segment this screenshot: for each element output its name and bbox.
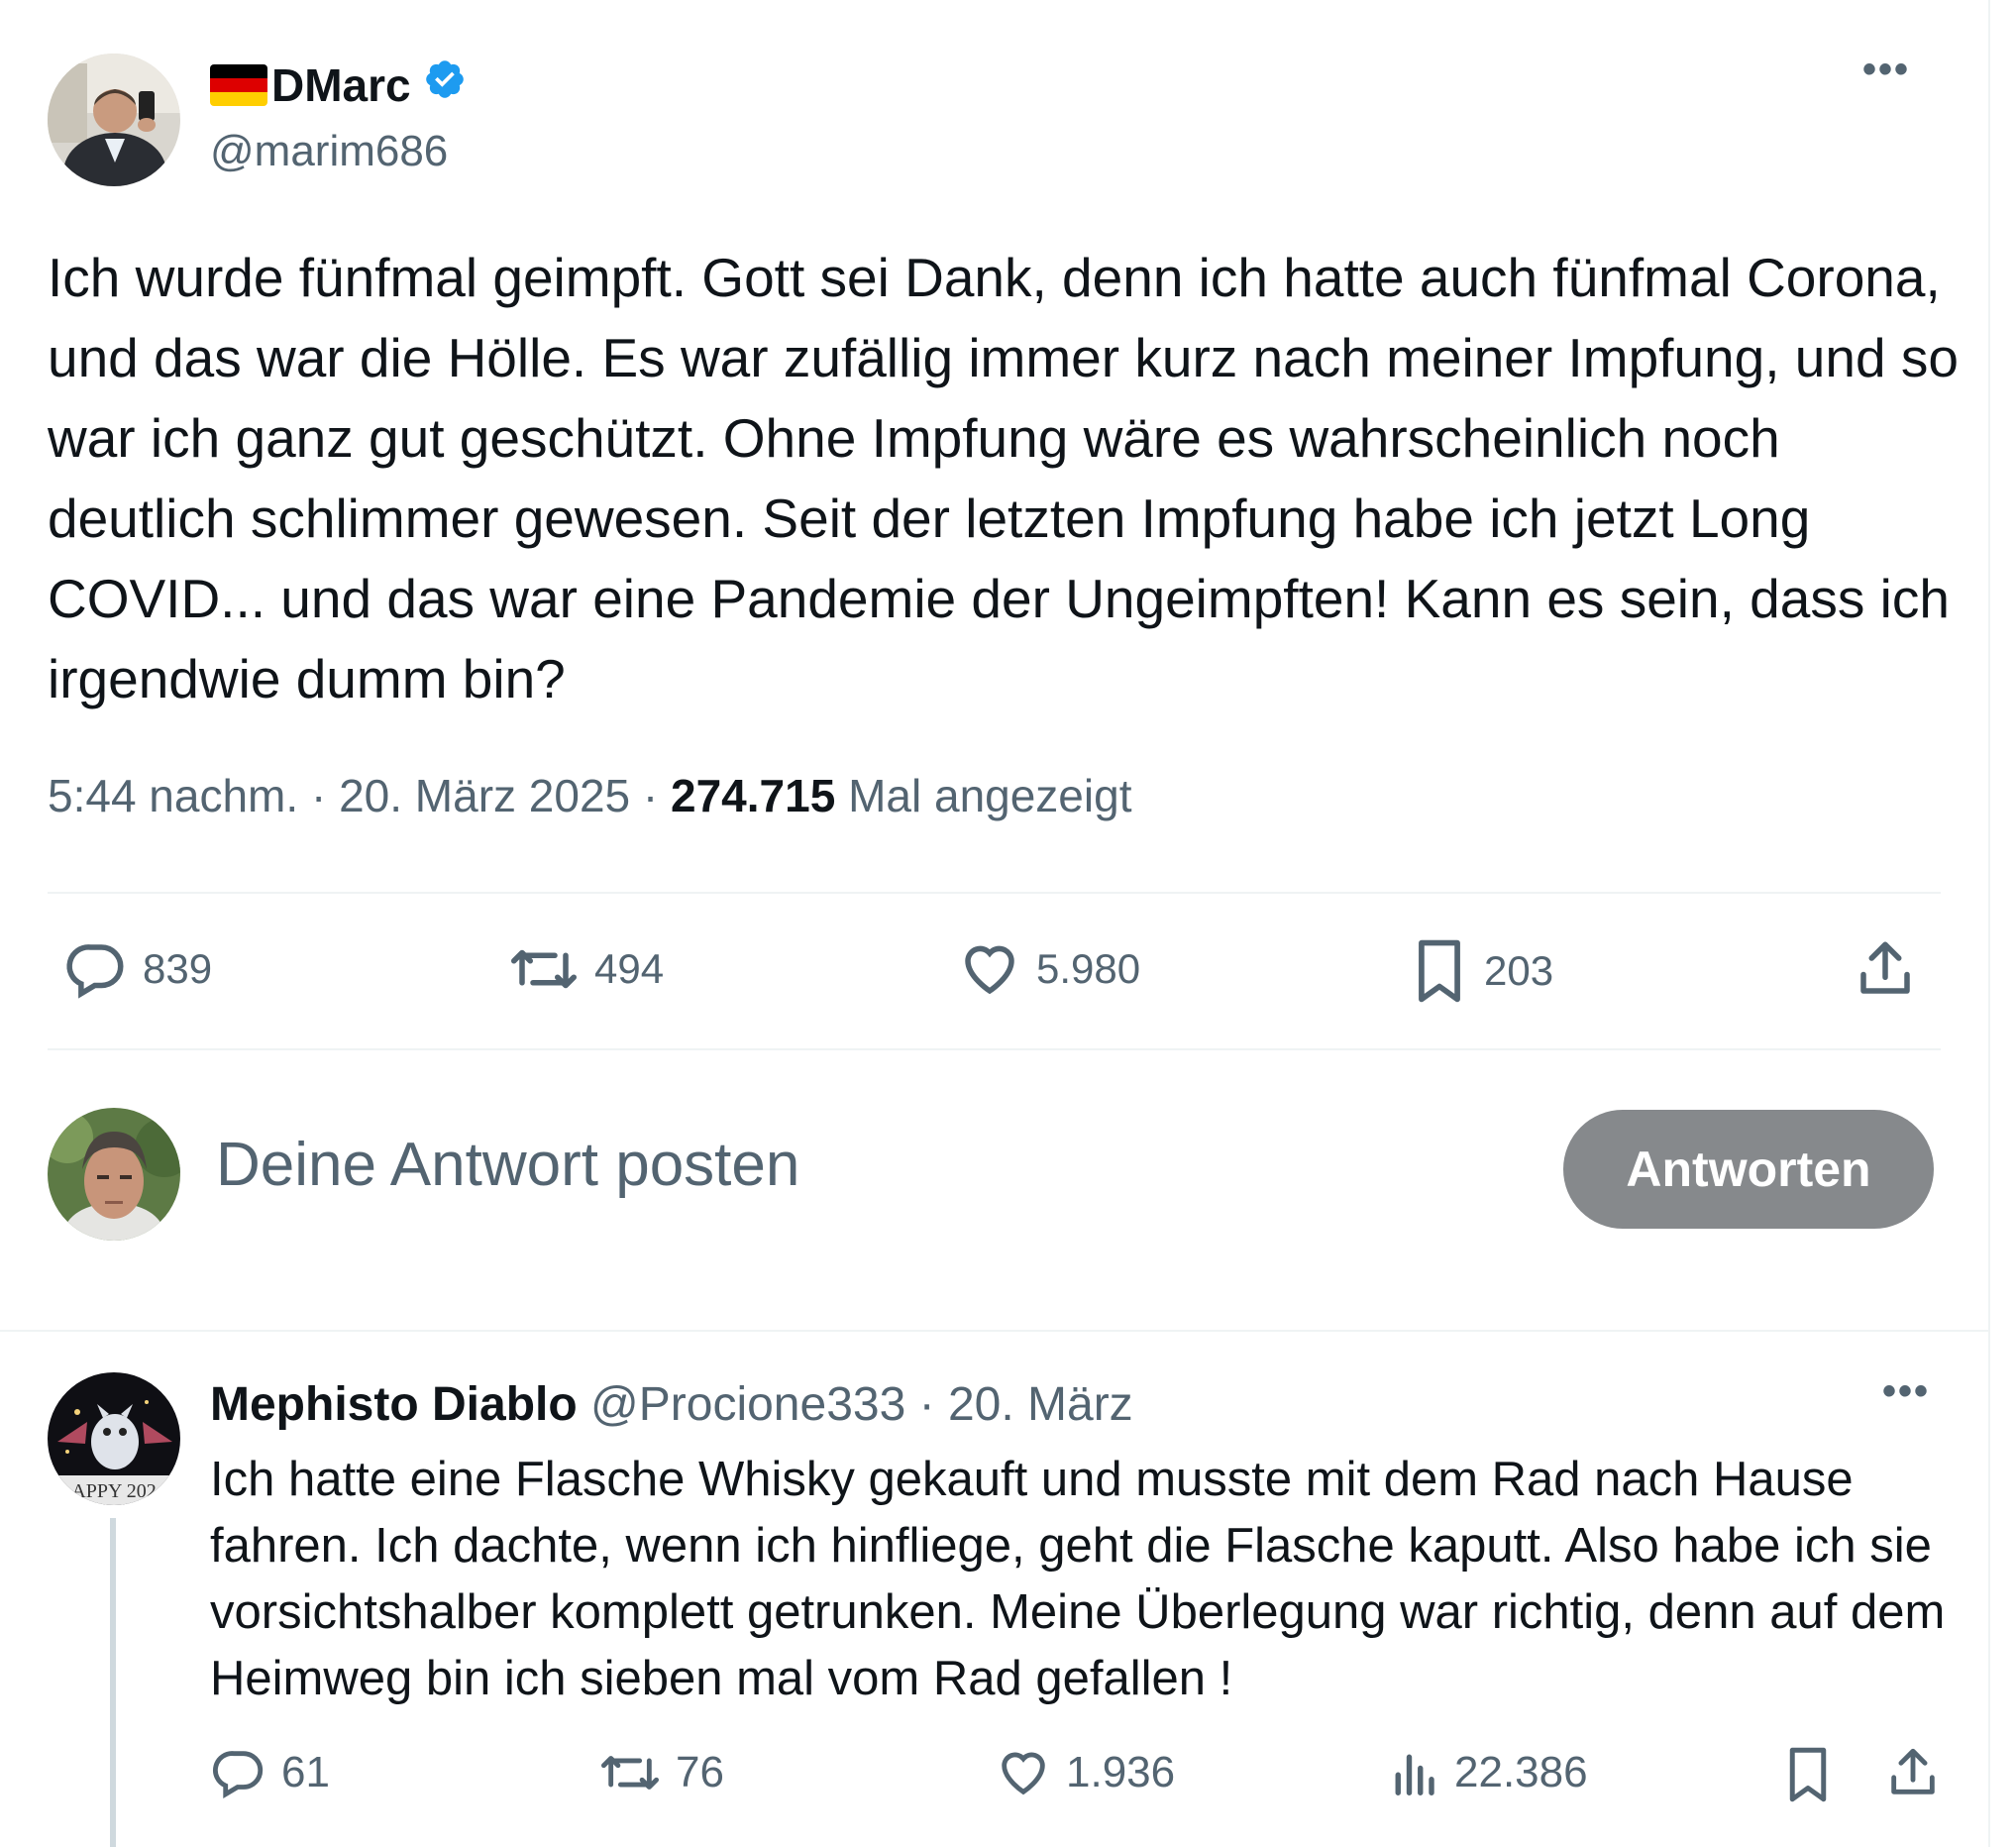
meta-separator: · — [642, 770, 659, 821]
bookmark-icon — [1789, 1747, 1827, 1802]
divider — [48, 892, 1941, 894]
avatar-text: APPY 202 — [71, 1480, 156, 1502]
bookmark-action[interactable] — [1781, 1744, 1849, 1805]
repost-icon — [601, 1756, 659, 1790]
header-separator: · — [918, 1378, 935, 1431]
verified-badge-icon[interactable] — [423, 57, 467, 112]
tweet-metadata: 5:44 nachm. · 20. März 2025 · 274.715 Ma… — [48, 769, 1131, 822]
repost-action[interactable]: 76 — [598, 1744, 724, 1801]
author-handle[interactable]: @marim686 — [210, 127, 448, 176]
reply-icon — [66, 944, 124, 999]
thread-line — [110, 1518, 116, 1847]
repost-count: 76 — [676, 1748, 724, 1796]
views-action[interactable]: 22.386 — [1387, 1744, 1588, 1801]
meta-separator: · — [310, 770, 327, 821]
like-count: 5.980 — [1036, 945, 1141, 992]
like-count: 1.936 — [1066, 1748, 1176, 1796]
share-icon — [1891, 1748, 1935, 1794]
current-user-avatar[interactable] — [48, 1108, 180, 1241]
reply-author-avatar[interactable]: APPY 202 — [48, 1372, 180, 1505]
reply-date[interactable]: 20. März — [948, 1378, 1133, 1431]
more-icon[interactable]: ••• — [1862, 48, 1910, 92]
views-count[interactable]: 274.715 — [671, 770, 835, 821]
reply-text: Ich hatte eine Flasche Whisky gekauft un… — [210, 1453, 1946, 1705]
author-display-name[interactable]: DMarc — [210, 57, 467, 112]
views-icon — [1395, 1754, 1434, 1795]
repost-icon — [511, 949, 577, 989]
share-action[interactable] — [1884, 1744, 1956, 1801]
reply-count: 61 — [281, 1748, 330, 1796]
share-action[interactable] — [1853, 936, 1932, 1002]
reply-icon — [213, 1751, 264, 1799]
like-icon — [965, 945, 1014, 995]
more-icon[interactable]: ••• — [1882, 1369, 1930, 1414]
author-avatar[interactable] — [48, 54, 180, 186]
bookmark-count: 203 — [1484, 947, 1554, 994]
flag-germany-icon — [210, 63, 267, 106]
repost-action[interactable]: 494 — [507, 936, 664, 1002]
like-action[interactable]: 1.936 — [995, 1744, 1175, 1801]
share-icon — [1860, 941, 1910, 994]
bookmark-action[interactable]: 203 — [1409, 936, 1553, 1006]
views-count: 22.386 — [1454, 1748, 1588, 1796]
tweet-time[interactable]: 5:44 nachm. — [48, 770, 298, 821]
reply-count: 839 — [143, 945, 213, 992]
reply-input[interactable]: Deine Antwort posten — [216, 1130, 799, 1200]
reply-action[interactable]: 839 — [63, 936, 212, 1002]
reply-action[interactable]: 61 — [210, 1744, 330, 1801]
views-label: Mal angezeigt — [848, 770, 1132, 821]
reply-author-handle[interactable]: @Procione333 — [590, 1378, 905, 1431]
reply-author-name[interactable]: Mephisto Diablo — [210, 1378, 578, 1431]
divider — [48, 1048, 1941, 1050]
tweet-date[interactable]: 20. März 2025 — [339, 770, 630, 821]
author-name-text: DMarc — [271, 58, 411, 111]
like-action[interactable]: 5.980 — [957, 936, 1140, 1002]
repost-count: 494 — [594, 945, 665, 992]
column-border — [1988, 0, 1990, 1847]
like-icon — [1002, 1752, 1045, 1795]
section-divider — [0, 1330, 1988, 1332]
reply-header: Mephisto Diablo @Procione333 · 20. März — [210, 1377, 1133, 1432]
tweet-text: Ich wurde fünfmal geimpft. Gott sei Dank… — [48, 247, 1959, 709]
bookmark-icon — [1419, 939, 1460, 1003]
reply-submit-button[interactable]: Antworten — [1563, 1110, 1934, 1229]
